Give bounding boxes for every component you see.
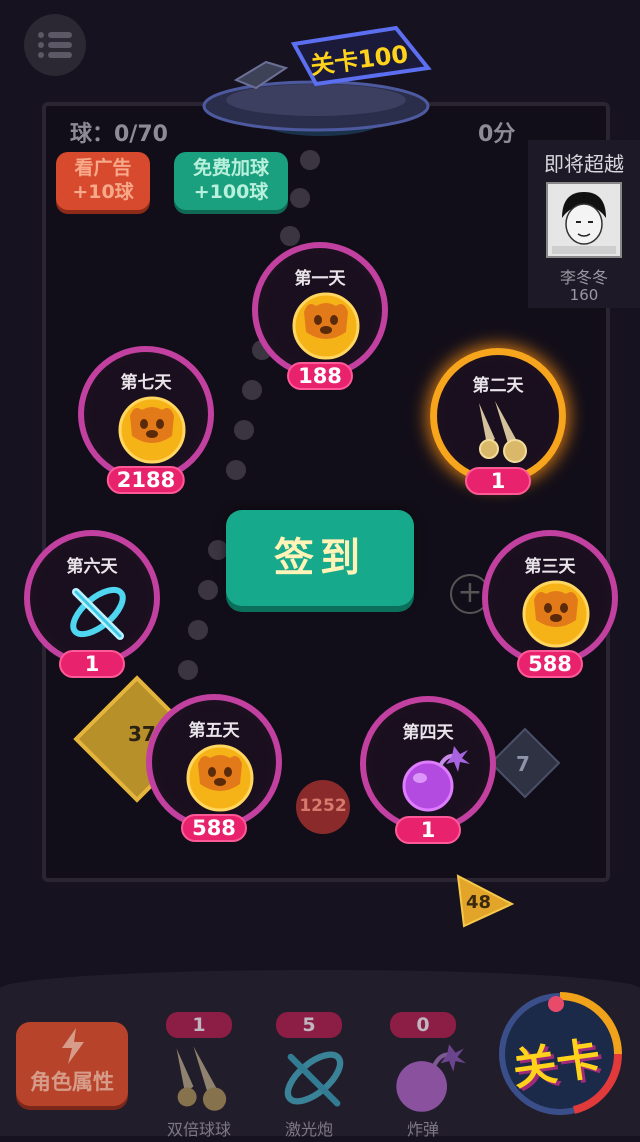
tool-label: 炸弹 xyxy=(406,1120,439,1139)
day-4-reward[interactable]: 第四天 1 xyxy=(360,696,496,844)
trajectory-dot xyxy=(226,460,246,480)
day-label: 第一天 xyxy=(294,269,346,289)
overtake-panel: 即将超越 李冬冬 160 xyxy=(528,140,640,308)
overtake-name: 李冬冬 xyxy=(559,268,608,287)
block-7-value: 7 xyxy=(516,752,530,776)
watch-ad-button[interactable]: 看广告 +10球 xyxy=(56,152,150,210)
laser-icon xyxy=(70,586,126,640)
overtake-score: 160 xyxy=(569,286,599,304)
day-reward-count: 588 xyxy=(181,814,247,842)
laser-icon xyxy=(284,1051,344,1107)
level-button[interactable]: 关卡 xyxy=(484,984,634,1124)
overtake-title: 即将超越 xyxy=(544,152,624,176)
trajectory-dot xyxy=(242,380,262,400)
signin-button[interactable]: 签到 xyxy=(226,510,414,606)
tool-label: 双倍球球 xyxy=(166,1120,231,1139)
tool-count: 1 xyxy=(166,1012,232,1038)
ball-count: 球：0/70 xyxy=(70,122,168,147)
tool-count: 5 xyxy=(276,1012,342,1038)
bomb-icon xyxy=(396,1044,466,1112)
trajectory-dot xyxy=(208,540,228,560)
menu-icon xyxy=(38,32,72,58)
day-label: 第七天 xyxy=(120,373,172,393)
day-label: 第四天 xyxy=(402,723,454,743)
day-1-reward[interactable]: 第一天 188 xyxy=(252,242,388,390)
free-balls-reward: +100球 xyxy=(193,181,269,203)
day-label: 第二天 xyxy=(472,376,524,396)
trajectory-dot xyxy=(188,620,208,640)
day-3-reward[interactable]: 第三天 588 xyxy=(482,530,618,678)
day-reward-count: 1 xyxy=(465,467,531,495)
coin-face-icon xyxy=(522,580,590,648)
double-ball-icon xyxy=(479,401,527,463)
day-reward-count: 1 xyxy=(59,650,125,678)
coin-face-icon xyxy=(118,396,186,464)
lightning-icon xyxy=(62,1028,84,1064)
ufo-level-sign: 关卡100 xyxy=(196,10,446,140)
watch-ad-label: 看广告 xyxy=(74,157,132,179)
day-reward-count: 588 xyxy=(517,650,583,678)
trajectory-dot xyxy=(234,420,254,440)
free-balls-button[interactable]: 免费加球 +100球 xyxy=(174,152,288,210)
menu-button[interactable] xyxy=(24,14,86,76)
day-7-reward[interactable]: 第七天 2188 xyxy=(78,346,214,494)
bomb-icon xyxy=(402,746,470,812)
day-label: 第六天 xyxy=(66,557,118,577)
double-ball-icon xyxy=(176,1046,227,1111)
day-reward-count: 2188 xyxy=(106,466,186,494)
free-balls-label: 免费加球 xyxy=(192,157,269,179)
trajectory-dot xyxy=(290,188,310,208)
character-attributes-button[interactable]: 角色属性 xyxy=(16,1022,128,1106)
trajectory-dot xyxy=(280,226,300,246)
day-2-reward[interactable]: 第二天 1 xyxy=(430,348,566,495)
day-6-reward[interactable]: 第六天 1 xyxy=(24,530,160,678)
coin-face-icon xyxy=(292,292,360,360)
tool-count: 0 xyxy=(390,1012,456,1038)
coin-face-icon xyxy=(186,744,254,812)
day-reward-count: 1 xyxy=(395,816,461,844)
trajectory-dot xyxy=(198,580,218,600)
watch-ad-reward: +10球 xyxy=(72,181,134,203)
day-label: 第三天 xyxy=(524,557,576,577)
tool-label: 激光炮 xyxy=(284,1120,333,1139)
character-attributes-label: 角色属性 xyxy=(30,1070,114,1094)
block-1252-value: 1252 xyxy=(299,796,347,816)
trajectory-dot xyxy=(300,150,320,170)
score-text: 0分 xyxy=(478,122,516,147)
day-label: 第五天 xyxy=(188,721,240,741)
avatar[interactable] xyxy=(546,182,622,258)
avatar-face-icon xyxy=(548,184,620,256)
day-reward-count: 188 xyxy=(287,362,353,390)
tool-laser[interactable]: 5 激光炮 xyxy=(266,1012,376,1142)
day-5-reward[interactable]: 第五天 588 xyxy=(146,694,282,842)
trajectory-dot xyxy=(178,660,198,680)
block-48-value: 48 xyxy=(466,892,492,913)
tool-double-ball[interactable]: 1 双倍球球 xyxy=(156,1012,266,1142)
tool-bomb[interactable]: 0 炸弹 xyxy=(380,1012,490,1142)
